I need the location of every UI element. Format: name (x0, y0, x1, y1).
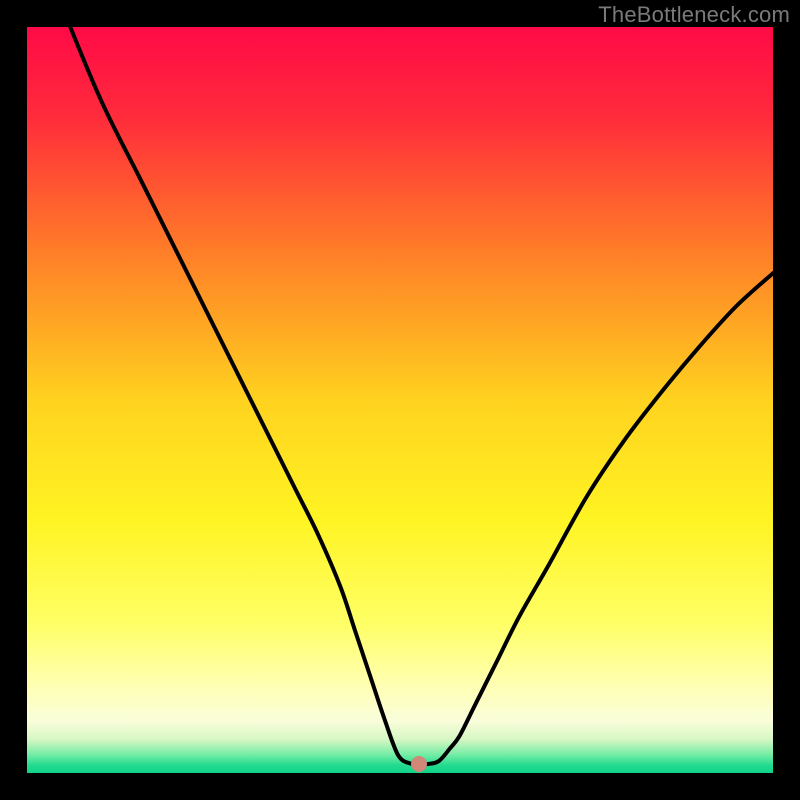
optimal-point-marker (411, 756, 427, 772)
chart-frame: TheBottleneck.com (0, 0, 800, 800)
bottleneck-curve (27, 27, 773, 773)
watermark-text: TheBottleneck.com (598, 2, 790, 28)
plot-area (27, 27, 773, 773)
